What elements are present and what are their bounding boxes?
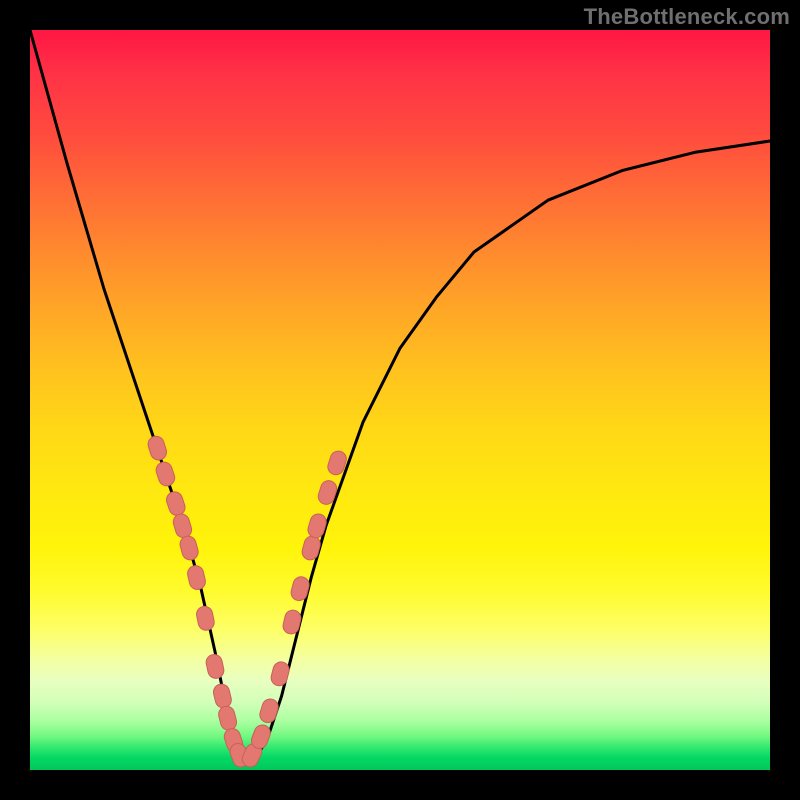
watermark-text: TheBottleneck.com (584, 4, 790, 30)
curve-svg (30, 30, 770, 770)
data-markers (146, 434, 348, 769)
chart-container: TheBottleneck.com (0, 0, 800, 800)
curve-line (30, 30, 770, 763)
plot-area (30, 30, 770, 770)
